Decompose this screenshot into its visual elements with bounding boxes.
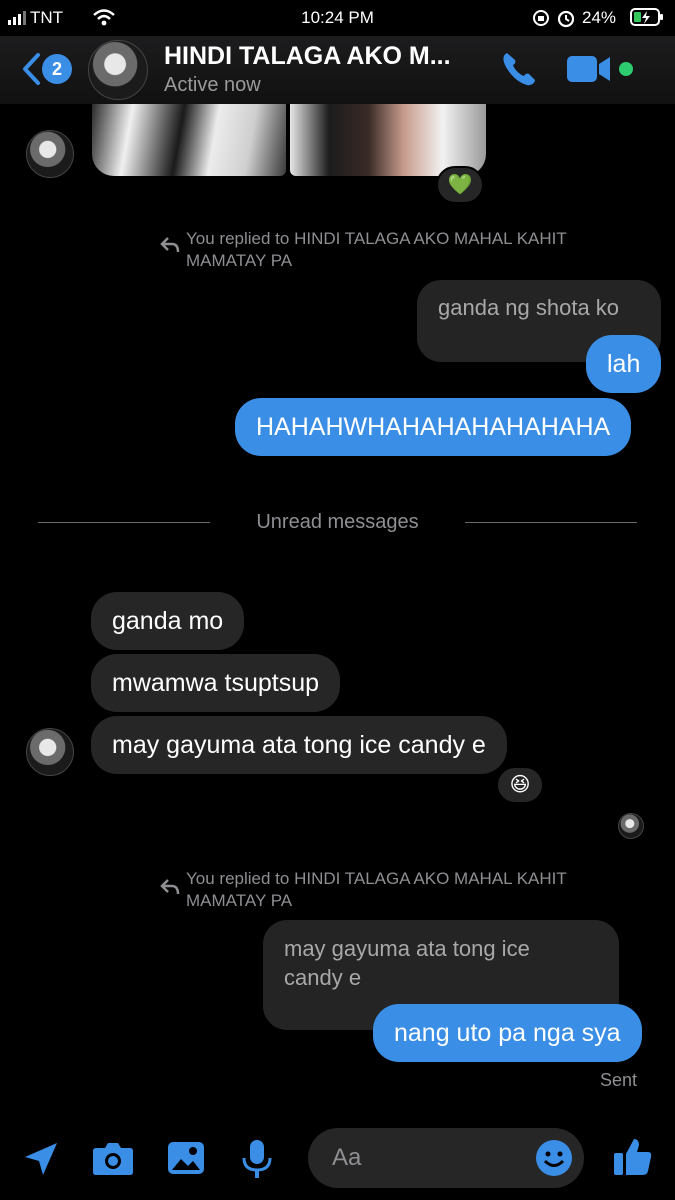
divider-line: [465, 522, 637, 523]
battery-charging-icon: [630, 8, 663, 26]
camera-icon[interactable]: [92, 1140, 134, 1176]
video-call-icon[interactable]: [566, 54, 612, 84]
reply-notice: You replied to HINDI TALAGA AKO MAHAL KA…: [186, 229, 567, 270]
reply-notice: You replied to HINDI TALAGA AKO MAHAL KA…: [186, 869, 567, 910]
message-input[interactable]: Aa: [308, 1128, 584, 1188]
back-chevron-icon[interactable]: [20, 52, 42, 86]
incoming-message[interactable]: mwamwa tsuptsup: [91, 654, 341, 712]
reply-arrow-icon: [160, 237, 180, 253]
emoji-icon[interactable]: [534, 1138, 574, 1178]
conversation-header: 2 HINDI TALAGA AKO M... Active now: [0, 36, 675, 104]
incoming-message[interactable]: may gayuma ata tong ice candy e: [91, 716, 507, 774]
thumbs-up-icon[interactable]: [612, 1136, 654, 1178]
voice-call-icon[interactable]: [500, 50, 538, 88]
sender-avatar[interactable]: [26, 728, 74, 776]
status-bar: TNT 10:24 PM 24%: [0, 0, 675, 36]
gallery-icon[interactable]: [166, 1140, 206, 1176]
microphone-icon[interactable]: [240, 1138, 274, 1180]
unread-count-badge[interactable]: 2: [42, 54, 72, 84]
contact-avatar[interactable]: [88, 40, 148, 100]
outgoing-message[interactable]: nang uto pa nga sya: [373, 1004, 642, 1062]
online-indicator: [619, 62, 633, 76]
message-input-placeholder: Aa: [332, 1144, 362, 1171]
presence-status: Active now: [164, 74, 261, 96]
shared-photo-1[interactable]: [92, 104, 286, 176]
outgoing-message[interactable]: lah: [586, 335, 662, 393]
location-icon[interactable]: [22, 1140, 60, 1178]
reply-arrow-icon: [160, 879, 180, 895]
contact-name[interactable]: HINDI TALAGA AKO M...: [164, 42, 451, 71]
incoming-message[interactable]: ganda mo: [91, 592, 245, 650]
orientation-lock-icon: [533, 10, 549, 26]
photo-reaction[interactable]: 💚: [436, 166, 484, 204]
delivery-status: Sent: [600, 1070, 638, 1090]
outgoing-message[interactable]: HAHAHWHAHAHAHAHAHAHA: [235, 398, 632, 456]
read-receipt-avatar: [618, 813, 644, 839]
message-reaction[interactable]: 😆: [496, 766, 544, 804]
battery-percent: 24%: [582, 8, 617, 27]
sender-avatar[interactable]: [26, 130, 74, 178]
alarm-icon: [557, 10, 575, 28]
